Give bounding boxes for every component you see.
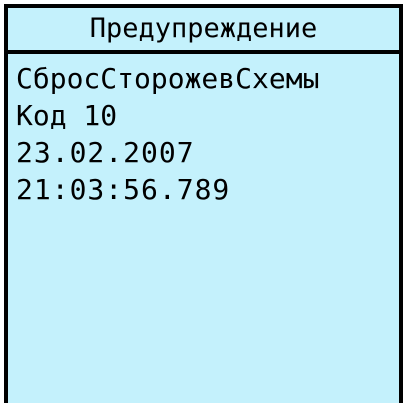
event-name: СбросСторожевСхемы xyxy=(16,62,320,95)
event-code: Код 10 xyxy=(16,99,118,132)
warning-title: Предупреждение xyxy=(89,13,318,44)
device-screen: Предупреждение СбросСторожевСхемы Код 10… xyxy=(0,0,413,403)
message-body: СбросСторожевСхемы Код 10 23.02.2007 21:… xyxy=(16,60,395,208)
warning-panel: Предупреждение СбросСторожевСхемы Код 10… xyxy=(4,4,403,403)
event-time: 21:03:56.789 xyxy=(16,173,231,206)
title-bar: Предупреждение xyxy=(8,8,399,54)
event-date: 23.02.2007 xyxy=(16,136,195,169)
